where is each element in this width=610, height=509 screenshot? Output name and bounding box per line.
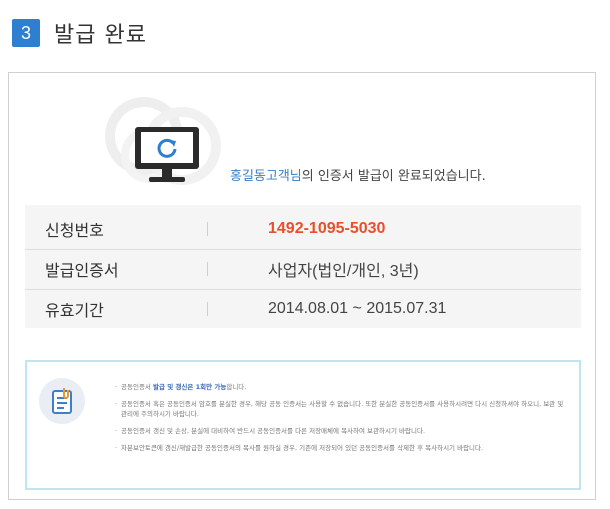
notice-item: 공동인증서 발급 및 갱신은 1회만 가능합니다. xyxy=(115,382,565,392)
row-label: 유효기간 xyxy=(45,301,104,320)
table-row: 유효기간 2014.08.01 ~ 2015.07.31 xyxy=(25,289,581,329)
notice-item: 공동인증서 갱신 및 손상, 분실에 대비하여 반드시 공동인증서를 다른 저장… xyxy=(115,426,565,436)
notice-highlight: 발급 및 갱신은 1회만 가능 xyxy=(152,383,227,391)
step-title: 발급 완료 xyxy=(54,23,147,48)
divider xyxy=(207,302,208,316)
table-row: 발급인증서 사업자(법인/개인, 3년) xyxy=(25,249,581,289)
table-row: 신청번호 1492-1095-5030 xyxy=(25,209,581,249)
notice-item: 차분보안토큰에 갱신/재발급한 공동인증서의 복사를 원하실 경우, 기존에 저… xyxy=(115,443,565,453)
completion-message: 홍길동고객님의 인증서 발급이 완료되었습니다. xyxy=(230,165,486,184)
step-number-badge: 3 xyxy=(12,19,40,47)
step-header: 3 발급 완료 xyxy=(12,19,147,48)
row-label: 발급인증서 xyxy=(45,261,119,280)
notice-box: 공동인증서 발급 및 갱신은 1회만 가능합니다. 공동인증서 혹은 공동인증서… xyxy=(25,360,581,490)
certificate-type: 사업자(법인/개인, 3년) xyxy=(268,263,419,280)
hero-area: 홍길동고객님의 인증서 발급이 완료되었습니다. xyxy=(105,95,525,215)
validity-period: 2014.08.01 ~ 2015.07.31 xyxy=(268,300,447,317)
divider xyxy=(207,222,208,236)
monitor-refresh-icon xyxy=(135,127,199,187)
notice-item: 공동인증서 혹은 공동인증서 암호를 분실한 경우, 해당 공동 인증서는 사용… xyxy=(115,399,565,419)
application-number: 1492-1095-5030 xyxy=(268,220,386,237)
completion-panel: 홍길동고객님의 인증서 발급이 완료되었습니다. 신청번호 1492-1095-… xyxy=(8,72,596,500)
message-text: 의 인증서 발급이 완료되었습니다. xyxy=(301,169,486,184)
user-name: 홍길동고객님 xyxy=(230,169,302,184)
document-clip-icon xyxy=(39,378,85,424)
certificate-info-table: 신청번호 1492-1095-5030 발급인증서 사업자(법인/개인, 3년)… xyxy=(25,205,581,328)
divider xyxy=(207,262,208,276)
notice-list: 공동인증서 발급 및 갱신은 1회만 가능합니다. 공동인증서 혹은 공동인증서… xyxy=(115,382,565,460)
row-label: 신청번호 xyxy=(45,221,104,240)
